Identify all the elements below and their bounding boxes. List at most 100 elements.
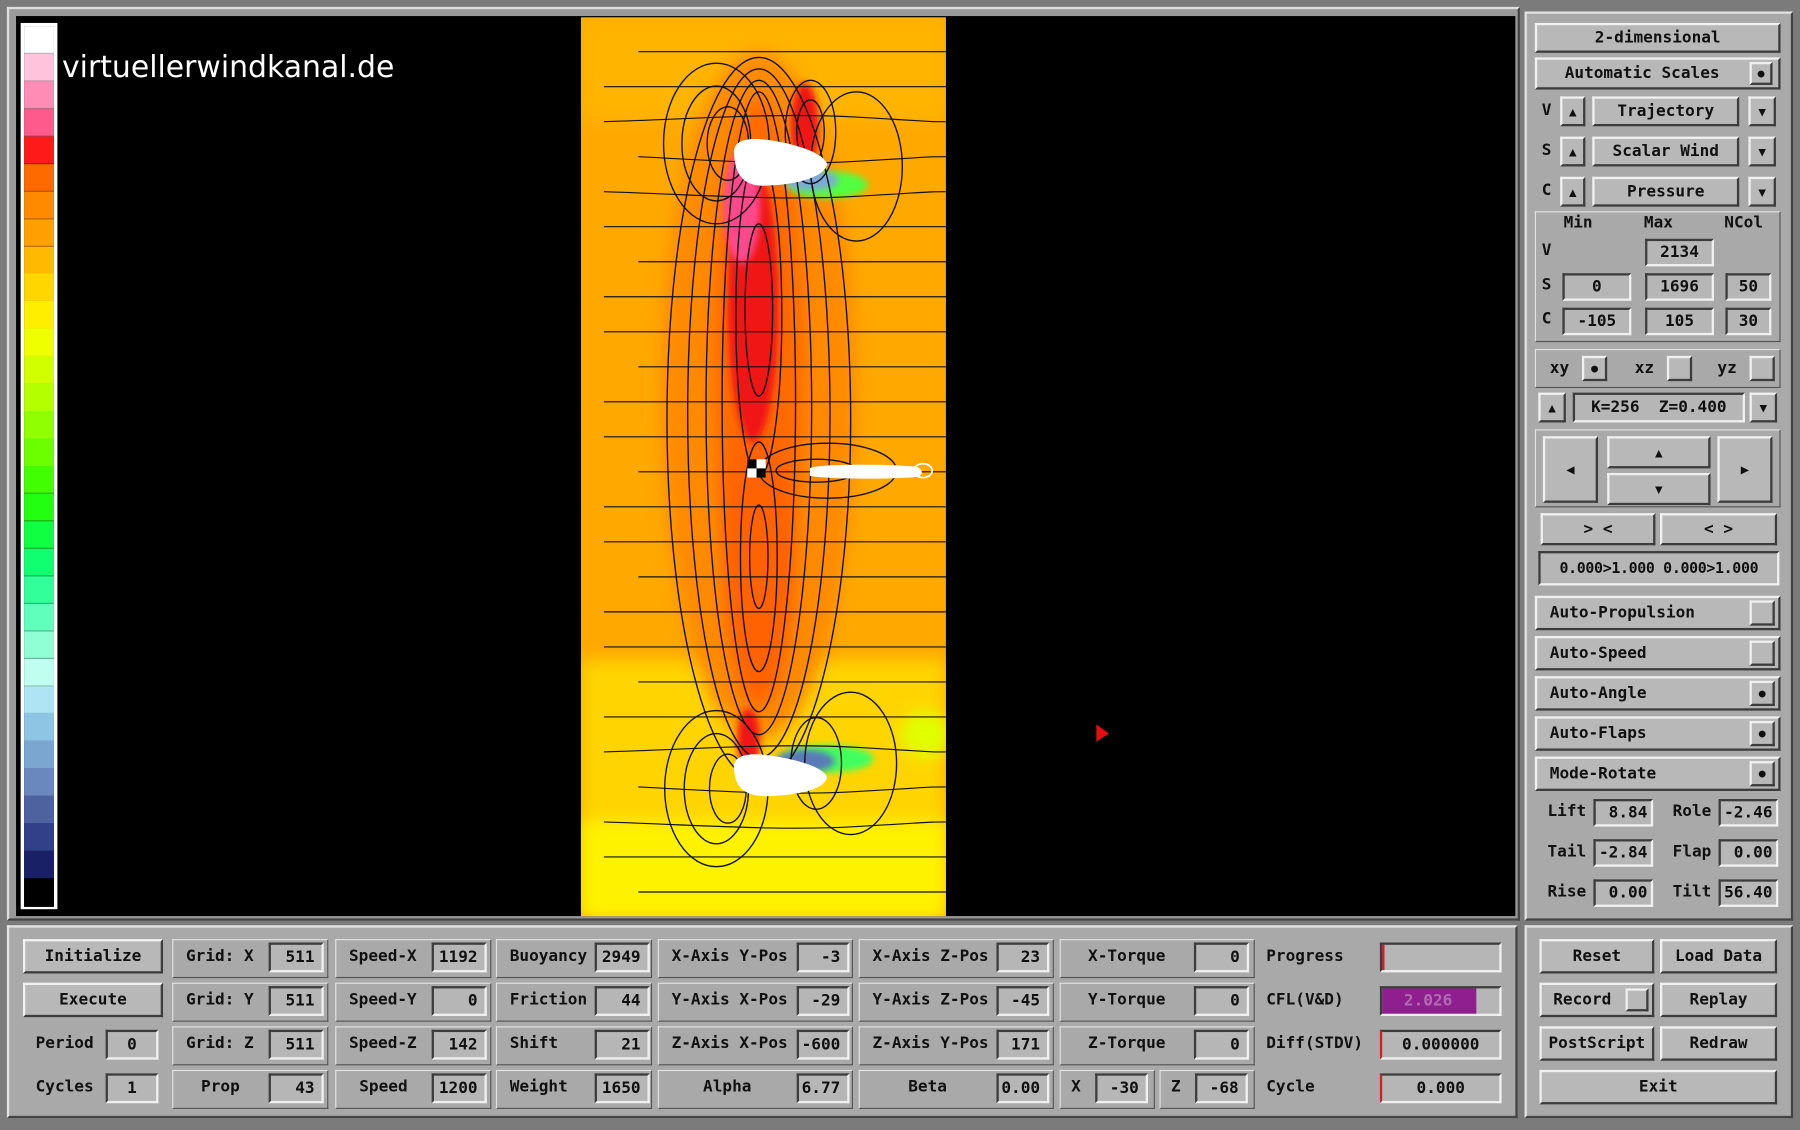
s-scale-max-field[interactable]: 1696 xyxy=(1645,273,1714,301)
c-scale-min-field[interactable]: -105 xyxy=(1562,307,1632,336)
plane-xz-radio[interactable] xyxy=(1666,355,1693,382)
slice-down-button[interactable]: ▼ xyxy=(1749,392,1778,423)
weight-field[interactable]: 1650 xyxy=(594,1073,650,1104)
grid-z-field[interactable]: 511 xyxy=(268,1029,324,1060)
vector-dropdown-button[interactable]: ▼ xyxy=(1748,96,1776,127)
probe-marker[interactable] xyxy=(747,459,766,478)
automatic-scales-button[interactable]: Automatic Scales xyxy=(1534,57,1781,90)
s-scale-min-field[interactable]: 0 xyxy=(1562,273,1632,301)
postscript-button[interactable]: PostScript xyxy=(1539,1026,1655,1061)
visualization-canvas[interactable]: virtuellerwindkanal.de xyxy=(16,16,1516,917)
z-axis-x-pos-field[interactable]: -600 xyxy=(796,1029,850,1060)
up-triangle-icon: ▲ xyxy=(1655,444,1663,460)
color-scale-swatch xyxy=(24,163,54,192)
z-val-field[interactable]: -68 xyxy=(1195,1073,1248,1104)
c-scale-ncol-field[interactable]: 30 xyxy=(1725,307,1772,336)
shift-field[interactable]: 21 xyxy=(594,1029,650,1060)
speed-y-label: Speed-Y xyxy=(348,990,417,1010)
z-torque-label: Z-Torque xyxy=(1088,1034,1166,1053)
y-torque-field[interactable]: 0 xyxy=(1193,986,1250,1016)
plane-yz-radio[interactable] xyxy=(1749,355,1775,382)
speed-y-field[interactable]: 0 xyxy=(431,986,487,1016)
speed-field[interactable]: 1200 xyxy=(431,1073,487,1104)
color-scale-swatch xyxy=(24,493,54,522)
color-scale-swatch xyxy=(24,356,54,385)
zoom-out-button[interactable]: < > xyxy=(1660,513,1778,546)
y-axis-x-pos-field[interactable]: -29 xyxy=(796,986,850,1016)
speed-z-field[interactable]: 142 xyxy=(431,1029,487,1060)
tail-label: Tail xyxy=(1547,842,1587,861)
exit-button[interactable]: Exit xyxy=(1539,1069,1778,1105)
replay-button[interactable]: Replay xyxy=(1660,982,1778,1018)
contour-key-label: C xyxy=(1541,181,1552,200)
down-triangle-icon: ▼ xyxy=(1759,400,1768,416)
color-scale-swatch xyxy=(24,576,54,605)
speed-x-field[interactable]: 1192 xyxy=(431,942,487,973)
vector-cycle-up-button[interactable]: ▲ xyxy=(1560,96,1586,127)
load-data-button[interactable]: Load Data xyxy=(1660,939,1778,974)
record-checkbox[interactable] xyxy=(1625,988,1649,1012)
grid-x-field[interactable]: 511 xyxy=(268,942,324,973)
toggle-4-button[interactable]: Mode-Rotate xyxy=(1534,756,1781,791)
vector-field-selector[interactable]: Trajectory xyxy=(1592,96,1740,127)
pan-left-button[interactable]: ◀ xyxy=(1542,436,1599,503)
execute-button[interactable]: Execute xyxy=(22,982,164,1018)
beta-field[interactable]: 0.00 xyxy=(996,1073,1050,1104)
zoom-in-button[interactable]: > < xyxy=(1540,513,1656,546)
c-scale-max-field[interactable]: 105 xyxy=(1645,307,1714,336)
toggle-3-button[interactable]: Auto-Flaps xyxy=(1534,716,1781,751)
redraw-button[interactable]: Redraw xyxy=(1660,1026,1778,1061)
up-triangle-icon: ▲ xyxy=(1568,144,1577,159)
v-scale-key: V xyxy=(1541,241,1552,260)
x-val-field[interactable]: -30 xyxy=(1095,1073,1148,1104)
color-scale-swatch xyxy=(24,191,54,220)
period-label: Period xyxy=(35,1034,94,1053)
automatic-scales-checkbox[interactable]: ● xyxy=(1749,61,1773,85)
toggle-4-checkbox[interactable]: ● xyxy=(1749,761,1775,787)
s-scale-key: S xyxy=(1541,275,1552,294)
y-axis-z-pos-field[interactable]: -45 xyxy=(996,986,1050,1016)
color-scale-swatch xyxy=(24,301,54,330)
slice-up-button[interactable]: ▲ xyxy=(1538,392,1566,423)
z-axis-y-pos-field[interactable]: 171 xyxy=(996,1029,1050,1060)
grid-y-field[interactable]: 511 xyxy=(268,986,324,1016)
x-torque-field[interactable]: 0 xyxy=(1193,942,1250,973)
contour-field-selector[interactable]: Pressure xyxy=(1592,176,1740,207)
toggle-1-button[interactable]: Auto-Speed xyxy=(1534,635,1781,671)
color-scale-swatch xyxy=(24,685,54,714)
prop-field[interactable]: 43 xyxy=(268,1073,324,1104)
plane-xz-label: xz xyxy=(1634,359,1655,378)
contour-dropdown-button[interactable]: ▼ xyxy=(1748,176,1776,207)
toggle-1-checkbox[interactable] xyxy=(1749,640,1775,666)
scalar-dropdown-button[interactable]: ▼ xyxy=(1748,136,1776,167)
toggle-0-checkbox[interactable] xyxy=(1749,600,1775,626)
initialize-button[interactable]: Initialize xyxy=(22,939,164,974)
cycle-label: Cycle xyxy=(1266,1077,1315,1097)
pan-down-button[interactable]: ▼ xyxy=(1607,472,1711,506)
pan-right-button[interactable]: ▶ xyxy=(1717,436,1773,503)
toggle-0-button[interactable]: Auto-Propulsion xyxy=(1534,595,1781,631)
plane-xy-radio[interactable]: ● xyxy=(1581,355,1608,382)
scalar-cycle-up-button[interactable]: ▲ xyxy=(1560,136,1586,167)
reset-button[interactable]: Reset xyxy=(1539,939,1655,974)
pan-up-button[interactable]: ▲ xyxy=(1607,436,1711,469)
v-scale-max-field[interactable]: 2134 xyxy=(1645,238,1714,267)
alpha-field[interactable]: 6.77 xyxy=(796,1073,850,1104)
friction-field[interactable]: 44 xyxy=(594,986,650,1016)
x-axis-y-pos-field[interactable]: -3 xyxy=(796,942,850,973)
toggle-3-checkbox[interactable]: ● xyxy=(1749,720,1775,747)
y-axis-z-pos-label: Y-Axis Z-Pos xyxy=(872,990,989,1010)
contour-cycle-up-button[interactable]: ▲ xyxy=(1560,176,1586,207)
toggle-2-button[interactable]: Auto-Angle xyxy=(1534,676,1781,711)
scalar-field-selector[interactable]: Scalar Wind xyxy=(1592,136,1740,167)
z-torque-field[interactable]: 0 xyxy=(1193,1029,1250,1060)
dimension-mode-button[interactable]: 2-dimensional xyxy=(1534,22,1781,53)
toggle-2-checkbox[interactable]: ● xyxy=(1749,680,1775,707)
buoyancy-field[interactable]: 2949 xyxy=(594,942,650,973)
z-axis-x-pos-label: Z-Axis X-Pos xyxy=(671,1034,788,1053)
rise-value: 0.00 xyxy=(1593,879,1654,907)
x-axis-z-pos-field[interactable]: 23 xyxy=(996,942,1050,973)
period-field[interactable]: 0 xyxy=(105,1029,159,1060)
s-scale-ncol-field[interactable]: 50 xyxy=(1725,273,1772,301)
cycles-field[interactable]: 1 xyxy=(105,1073,159,1104)
